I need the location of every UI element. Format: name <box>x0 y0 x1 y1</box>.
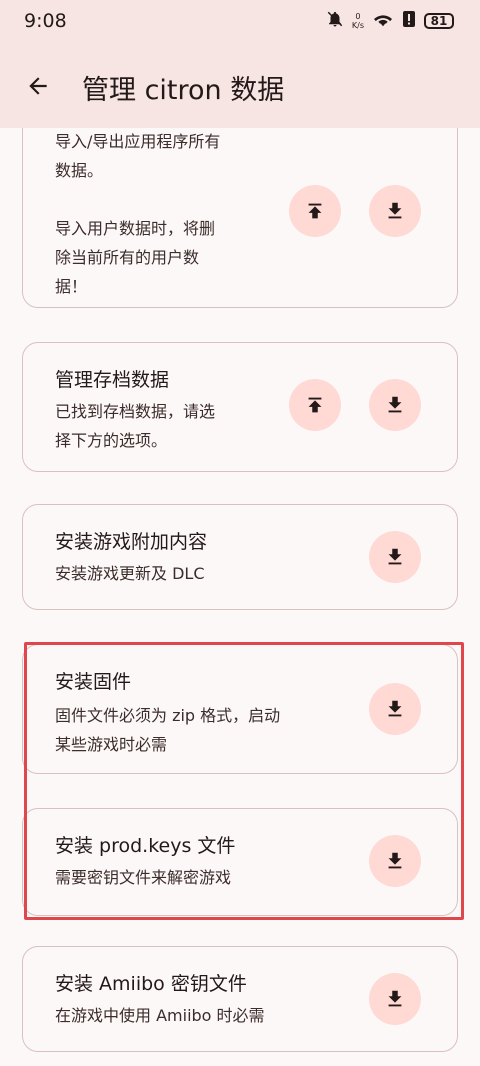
upload-icon <box>308 397 322 413</box>
download-icon <box>388 396 402 413</box>
card-description: 导入/导出应用程序所有 数据。 导入用户数据时，将删 除当前所有的用户数 据！ <box>55 132 221 296</box>
card-description: 安装游戏更新及 DLC <box>55 564 205 583</box>
card-save-data: 管理存档数据 已找到存档数据，请选 择下方的选项。 <box>22 342 458 472</box>
download-icon <box>388 700 402 717</box>
arrow-back-icon <box>29 77 47 95</box>
card-description: 在游戏中使用 Amiibo 时必需 <box>55 1006 265 1025</box>
import-button[interactable] <box>289 185 341 237</box>
download-icon <box>388 548 402 565</box>
card-install-amiibo-keys[interactable]: 安装 Amiibo 密钥文件 在游戏中使用 Amiibo 时必需 <box>22 946 458 1052</box>
app-bar: 管理 citron 数据 <box>0 46 480 128</box>
card-install-addons[interactable]: 安装游戏附加内容 安装游戏更新及 DLC <box>22 504 458 610</box>
card-title: 安装 prod.keys 文件 <box>55 835 236 857</box>
settings-list[interactable]: 导入/导出应用程序所有 数据。 导入用户数据时，将删 除当前所有的用户数 据！ … <box>0 128 480 1066</box>
download-icon <box>388 990 402 1007</box>
card-title: 管理存档数据 <box>55 369 170 391</box>
card-user-data: 导入/导出应用程序所有 数据。 导入用户数据时，将删 除当前所有的用户数 据！ <box>22 128 458 308</box>
status-bar: 9:08 0 K/s 81 <box>0 0 480 46</box>
card-description: 固件文件必须为 zip 格式，启动 某些游戏时必需 <box>55 706 281 754</box>
download-icon <box>388 202 402 219</box>
install-firmware-button[interactable] <box>369 683 421 735</box>
mute-icon <box>326 10 344 32</box>
card-description: 已找到存档数据，请选 择下方的选项。 <box>55 402 216 450</box>
card-title: 安装固件 <box>55 671 132 693</box>
status-icons: 0 K/s 81 <box>326 10 454 32</box>
card-title: 安装 Amiibo 密钥文件 <box>55 973 247 995</box>
export-button[interactable] <box>369 185 421 237</box>
page-title: 管理 citron 数据 <box>82 75 285 106</box>
card-title: 安装游戏附加内容 <box>55 531 208 553</box>
network-speed: 0 K/s <box>351 12 364 30</box>
download-icon <box>388 852 402 869</box>
upload-icon <box>308 203 322 219</box>
install-addons-button[interactable] <box>369 531 421 583</box>
import-save-button[interactable] <box>289 379 341 431</box>
card-install-prod-keys[interactable]: 安装 prod.keys 文件 需要密钥文件来解密游戏 <box>22 808 458 916</box>
install-amiibo-keys-button[interactable] <box>369 973 421 1025</box>
status-time: 9:08 <box>24 10 67 32</box>
card-install-firmware[interactable]: 安装固件 固件文件必须为 zip 格式，启动 某些游戏时必需 <box>22 644 458 774</box>
card-description: 需要密钥文件来解密游戏 <box>55 868 232 887</box>
export-save-button[interactable] <box>369 379 421 431</box>
battery-indicator: 81 <box>424 13 454 29</box>
wifi-icon <box>372 10 394 32</box>
notification-badge-icon <box>402 10 416 32</box>
back-button[interactable] <box>22 70 54 102</box>
install-prod-keys-button[interactable] <box>369 835 421 887</box>
